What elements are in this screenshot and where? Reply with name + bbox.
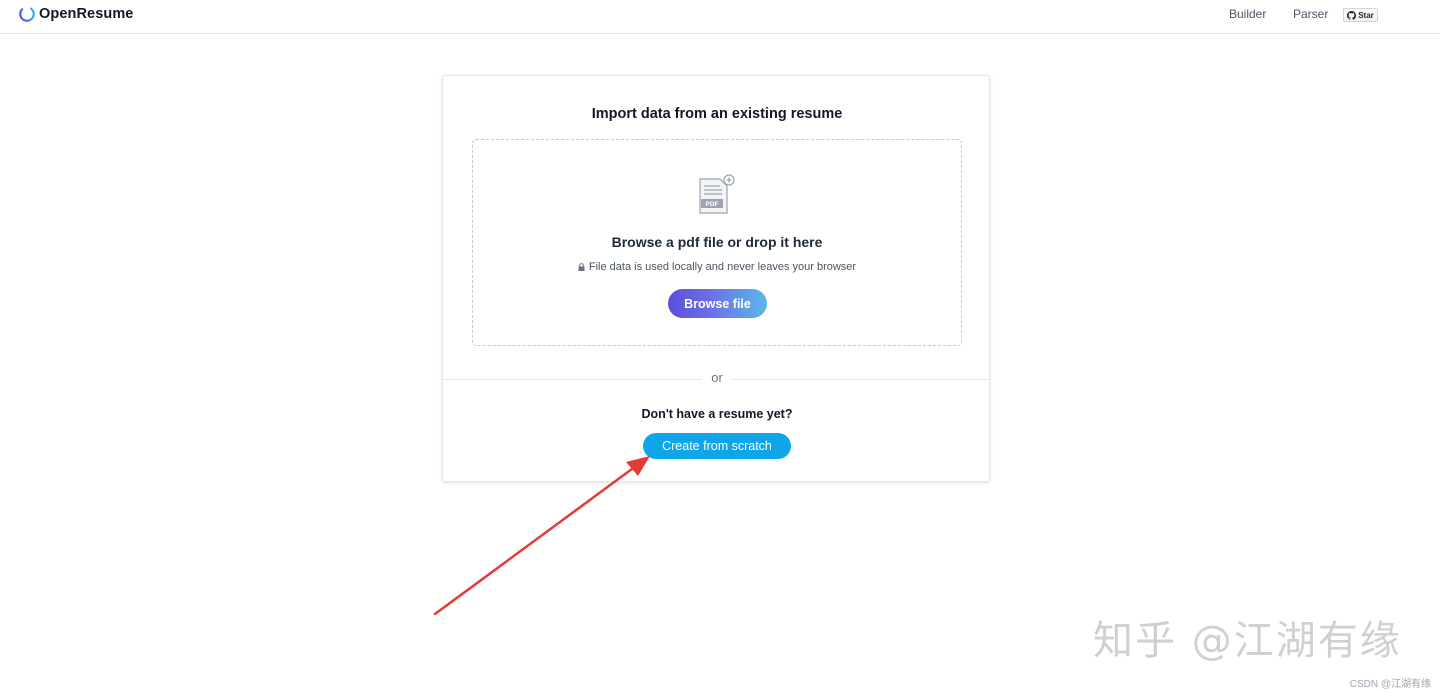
no-resume-prompt: Don't have a resume yet? [641,407,793,421]
brand-name: OpenResume [39,6,134,22]
pdf-file-add-icon: PDF [699,174,735,214]
lock-icon [578,263,585,271]
create-from-scratch-button[interactable]: Create from scratch [643,433,791,459]
openresume-logo-icon [19,6,35,22]
or-label: or [702,370,732,385]
brand-logo-link[interactable]: OpenResume [18,5,133,23]
import-resume-card: Import data from an existing resume PDF … [442,75,990,482]
github-star-button[interactable]: Star [1343,8,1378,22]
privacy-note: File data is used locally and never leav… [473,261,961,273]
pdf-icon-label: PDF [706,201,719,208]
dropzone-title: Browse a pdf file or drop it here [611,234,823,250]
github-icon [1347,10,1357,20]
privacy-note-text: File data is used locally and never leav… [588,261,857,273]
browse-file-button[interactable]: Browse file [668,289,767,318]
zhihu-watermark: 知乎 @江湖有缘 [1093,618,1402,664]
nav-builder-link[interactable]: Builder [1229,7,1266,21]
star-label: Star [1358,10,1374,20]
import-title: Import data from an existing resume [591,106,843,122]
csdn-watermark: CSDN @江湖有缘 [1349,679,1431,690]
pdf-dropzone[interactable]: PDF Browse a pdf file or drop it here Fi… [472,139,962,346]
top-nav-bar: OpenResume Builder Parser Star [0,0,1440,34]
nav-parser-link[interactable]: Parser [1293,7,1328,21]
